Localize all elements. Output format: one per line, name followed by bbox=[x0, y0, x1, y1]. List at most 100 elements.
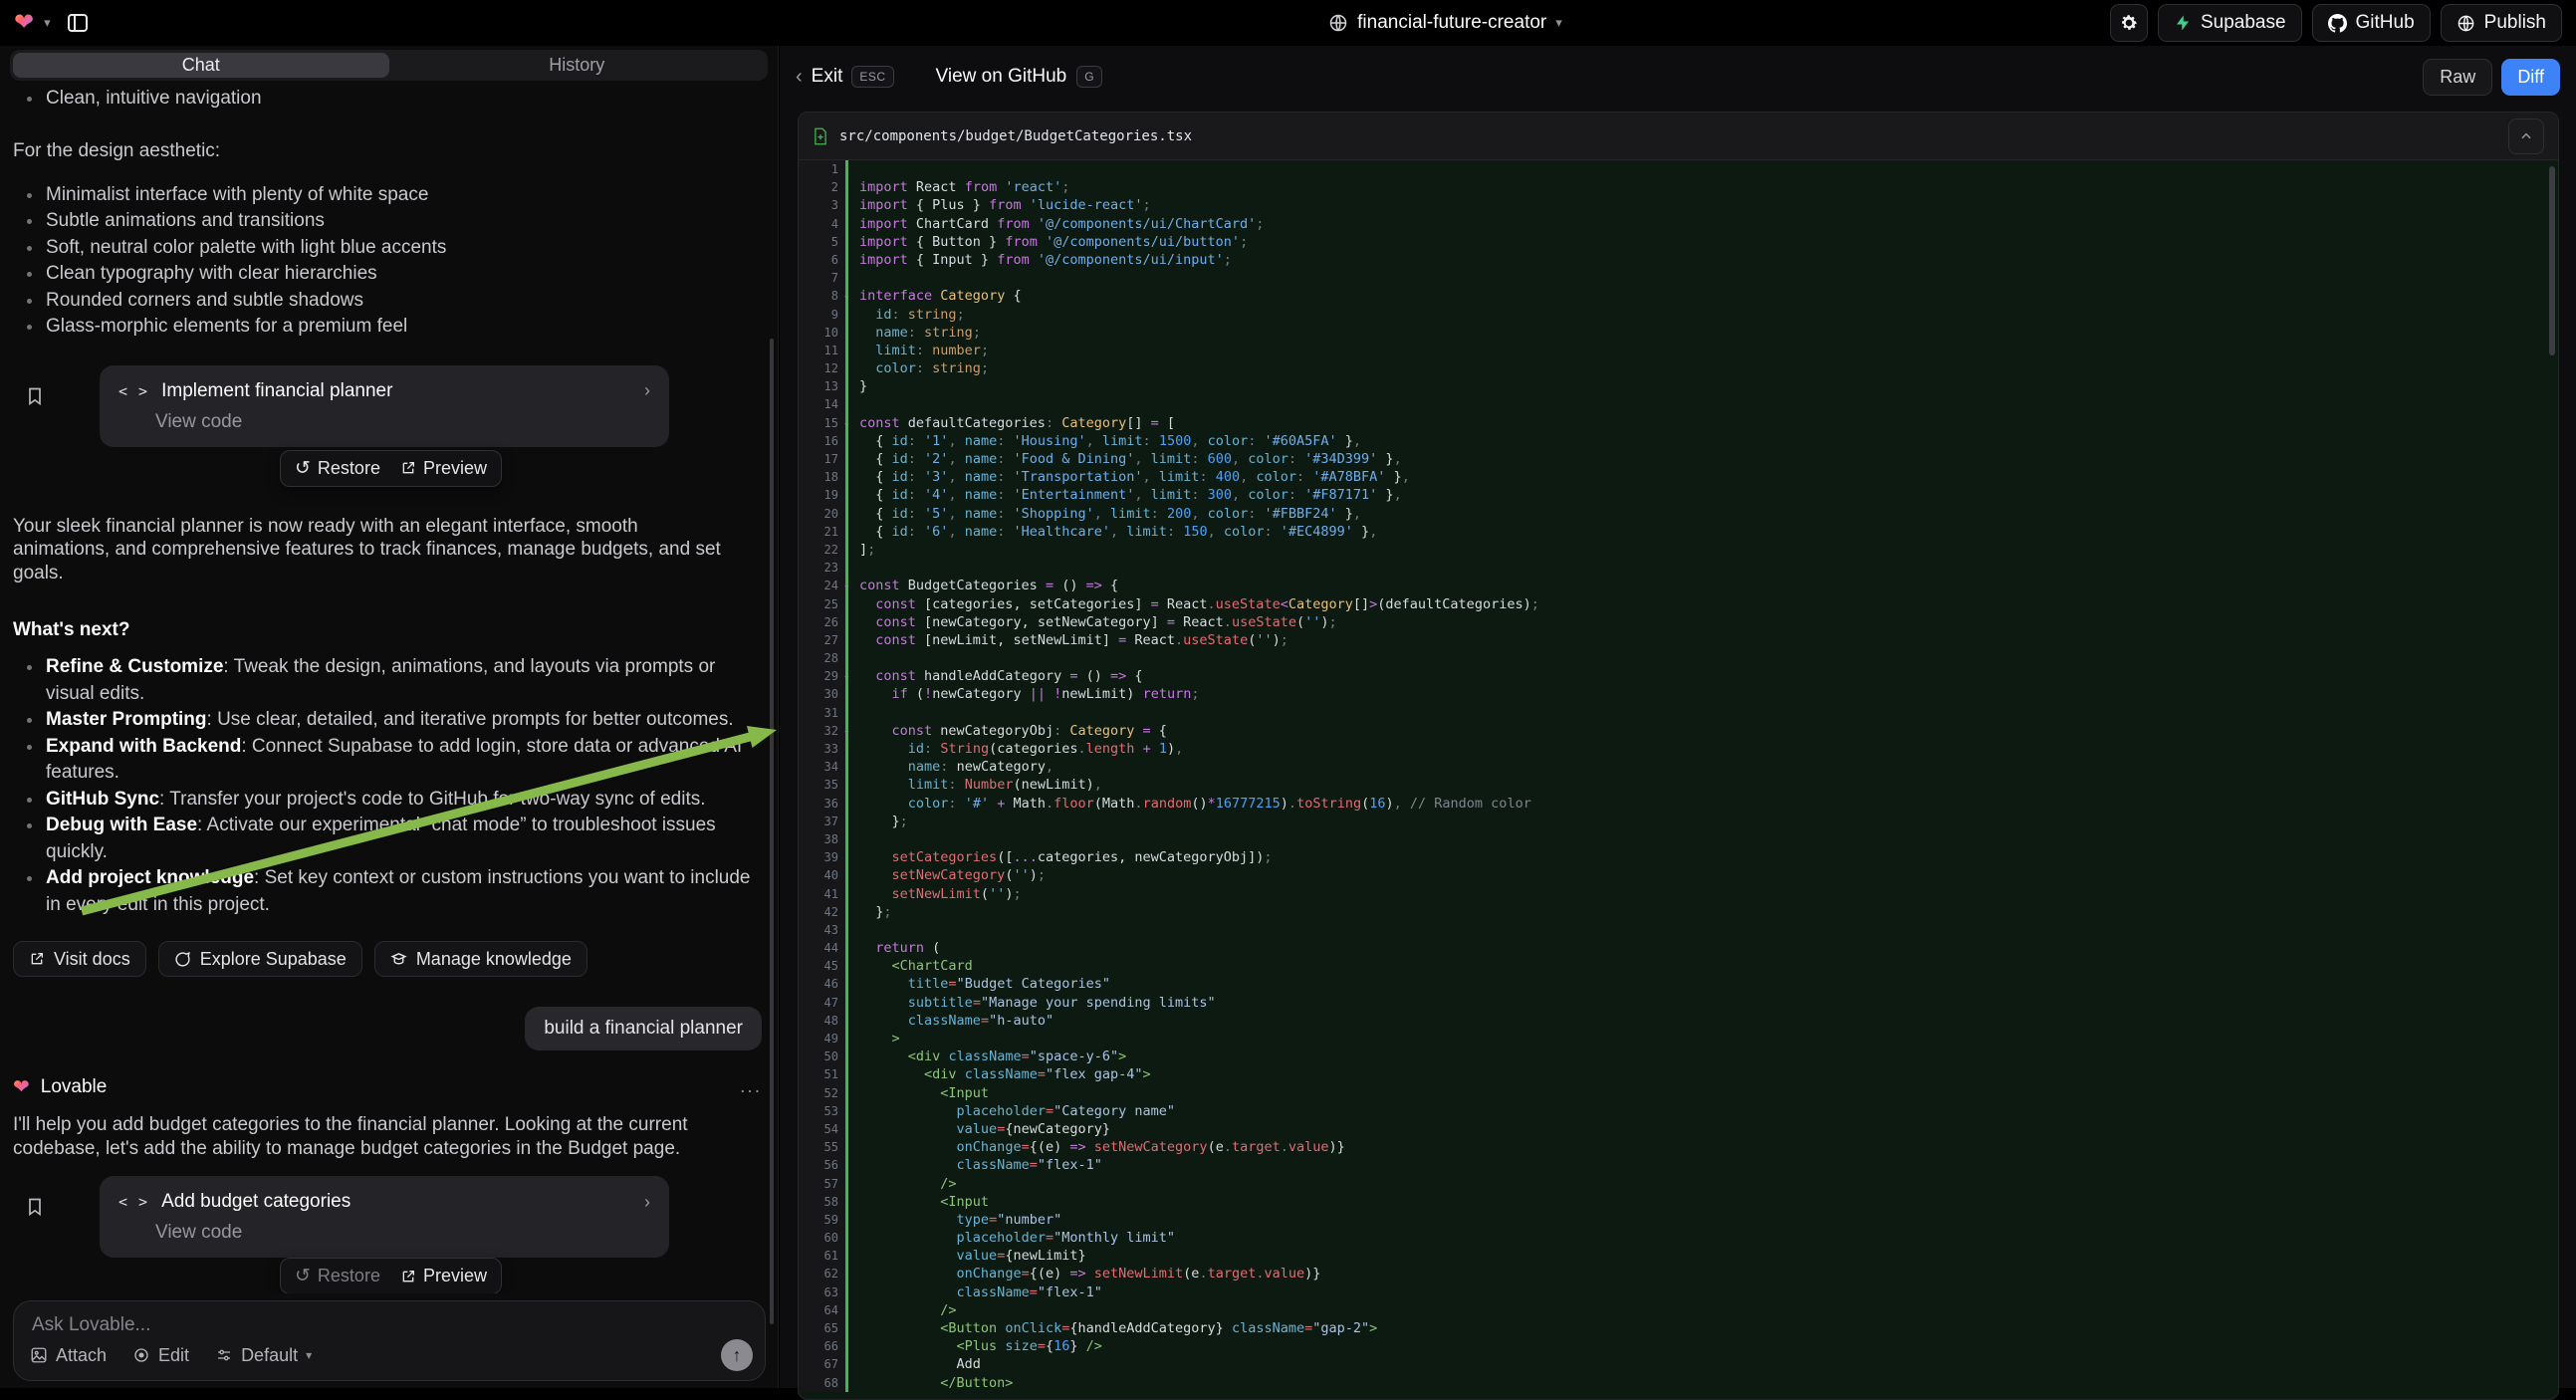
restore-label: Restore bbox=[318, 1266, 380, 1286]
composer[interactable]: Ask Lovable... Attach Edit Default ▾ ↑ bbox=[13, 1300, 766, 1381]
diff-file-card: src/components/budget/BudgetCategories.t… bbox=[798, 112, 2559, 1400]
collapse-file-button[interactable] bbox=[2508, 118, 2544, 154]
code-line: 54 value={newCategory} bbox=[799, 1120, 2558, 1138]
github-button[interactable]: GitHub bbox=[2312, 4, 2431, 42]
mode-label: Default bbox=[241, 1345, 298, 1366]
code-line: 41 setNewLimit(''); bbox=[799, 885, 2558, 903]
chevron-down-icon: ▾ bbox=[306, 1348, 312, 1362]
chat-bubble-icon bbox=[174, 951, 191, 968]
version-card-2-title: Add budget categories bbox=[161, 1191, 351, 1213]
code-line: 1 bbox=[799, 160, 2558, 178]
file-header[interactable]: src/components/budget/BudgetCategories.t… bbox=[799, 113, 2558, 160]
tab-chat[interactable]: Chat bbox=[13, 53, 389, 78]
explore-supabase-button[interactable]: Explore Supabase bbox=[158, 941, 362, 977]
chevron-right-icon[interactable]: › bbox=[644, 380, 650, 401]
bullet-item: Debug with Ease: Activate our experiment… bbox=[13, 813, 762, 865]
attach-button[interactable]: Attach bbox=[30, 1345, 107, 1366]
publish-button[interactable]: Publish bbox=[2441, 4, 2562, 42]
code-line: 20 { id: '5', name: 'Shopping', limit: 2… bbox=[799, 505, 2558, 523]
chat-scrollbar[interactable] bbox=[770, 339, 774, 1324]
fold-chevron-icon[interactable]: ⌄ bbox=[844, 667, 849, 685]
chat-scroll-area[interactable]: Clean, intuitive navigation For the desi… bbox=[0, 81, 778, 1293]
version-card-2[interactable]: < > Add budget categories › View code bbox=[100, 1176, 669, 1258]
restore-button[interactable]: ↺ Restore bbox=[295, 1265, 380, 1287]
code-line: 42 }; bbox=[799, 903, 2558, 921]
next-steps-list: Refine & Customize: Tweak the design, an… bbox=[13, 654, 762, 918]
file-path: src/components/budget/BudgetCategories.t… bbox=[839, 128, 1192, 144]
bullet-item: Soft, neutral color palette with light b… bbox=[13, 235, 762, 262]
tab-history[interactable]: History bbox=[389, 53, 766, 78]
target-icon bbox=[132, 1346, 150, 1364]
view-code-link[interactable]: View code bbox=[155, 1222, 650, 1244]
globe-icon bbox=[1328, 13, 1348, 33]
exit-button[interactable]: ‹ Exit esc bbox=[796, 66, 894, 89]
view-on-github-button[interactable]: View on GitHub G bbox=[936, 66, 1103, 88]
chevron-up-icon bbox=[2519, 129, 2533, 143]
version-card-2-wrap: < > Add budget categories › View code ↺ … bbox=[13, 1176, 762, 1293]
restore-button[interactable]: ↺ Restore bbox=[295, 457, 380, 480]
g-key-badge: G bbox=[1076, 66, 1102, 88]
whats-next-heading: What's next? bbox=[13, 619, 762, 641]
code-line: 34 name: newCategory, bbox=[799, 758, 2558, 776]
composer-placeholder[interactable]: Ask Lovable... bbox=[32, 1314, 150, 1336]
code-line: 27 const [newLimit, setNewLimit] = React… bbox=[799, 631, 2558, 649]
sidebar-toggle-button[interactable] bbox=[61, 6, 95, 40]
code-line: 64 /> bbox=[799, 1301, 2558, 1319]
logo-chevron-down-icon[interactable]: ▾ bbox=[44, 15, 51, 31]
preview-button[interactable]: Preview bbox=[400, 1266, 487, 1286]
bookmark-icon[interactable] bbox=[25, 385, 45, 407]
assistant-header: ❤ Lovable ... bbox=[13, 1076, 762, 1098]
publish-globe-icon bbox=[2457, 14, 2475, 33]
bullet-item: Glass-morphic elements for a premium fee… bbox=[13, 314, 762, 341]
attach-label: Attach bbox=[56, 1345, 107, 1366]
bookmark-icon[interactable] bbox=[25, 1196, 45, 1218]
code-line: 47 subtitle="Manage your spending limits… bbox=[799, 994, 2558, 1012]
code-line: 18 { id: '3', name: 'Transportation', li… bbox=[799, 468, 2558, 486]
manage-knowledge-label: Manage knowledge bbox=[416, 949, 572, 970]
visit-docs-button[interactable]: Visit docs bbox=[13, 941, 146, 977]
code-line: 52 <Input bbox=[799, 1084, 2558, 1102]
code-line: 22]; bbox=[799, 541, 2558, 559]
fold-chevron-icon[interactable]: ⌄ bbox=[844, 414, 849, 432]
chevron-right-icon[interactable]: › bbox=[644, 1192, 650, 1213]
send-button[interactable]: ↑ bbox=[721, 1339, 753, 1371]
view-code-link[interactable]: View code bbox=[155, 411, 650, 433]
message-menu-button[interactable]: ... bbox=[740, 1076, 762, 1098]
settings-button[interactable] bbox=[2110, 4, 2148, 42]
code-line: 57 /> bbox=[799, 1175, 2558, 1193]
code-line: 12 color: string; bbox=[799, 359, 2558, 377]
code-line: 21 { id: '6', name: 'Healthcare', limit:… bbox=[799, 523, 2558, 541]
version-card-1[interactable]: < > Implement financial planner › View c… bbox=[100, 365, 669, 447]
bullet-item: Rounded corners and subtle shadows bbox=[13, 288, 762, 315]
code-view[interactable]: 12import React from 'react';3import { Pl… bbox=[799, 160, 2558, 1399]
manage-knowledge-button[interactable]: Manage knowledge bbox=[374, 941, 587, 977]
mode-selector[interactable]: Default ▾ bbox=[215, 1345, 312, 1366]
diff-toggle-button[interactable]: Diff bbox=[2501, 59, 2560, 96]
code-line: 10 name: string; bbox=[799, 324, 2558, 342]
code-line: 6import { Input } from '@/components/ui/… bbox=[799, 251, 2558, 269]
chat-history-tabs: Chat History bbox=[10, 50, 768, 81]
code-line: 9 id: string; bbox=[799, 306, 2558, 324]
code-line: 59 type="number" bbox=[799, 1211, 2558, 1229]
project-switcher[interactable]: financial-future-creator ▾ bbox=[781, 12, 2110, 34]
knowledge-icon bbox=[390, 951, 407, 968]
code-line: 49 > bbox=[799, 1030, 2558, 1048]
edit-button[interactable]: Edit bbox=[132, 1345, 189, 1366]
fold-chevron-icon[interactable]: ⌄ bbox=[844, 722, 849, 740]
project-name: financial-future-creator bbox=[1357, 12, 1546, 34]
user-message: build a financial planner bbox=[525, 1007, 762, 1050]
assistant-name: Lovable bbox=[41, 1076, 108, 1098]
chevron-left-icon: ‹ bbox=[796, 66, 803, 89]
restore-label: Restore bbox=[318, 458, 380, 479]
edit-label: Edit bbox=[158, 1345, 189, 1366]
supabase-button[interactable]: Supabase bbox=[2158, 4, 2302, 42]
code-line: 26 const [newCategory, setNewCategory] =… bbox=[799, 613, 2558, 631]
raw-toggle-button[interactable]: Raw bbox=[2423, 59, 2492, 96]
code-scrollbar[interactable] bbox=[2549, 166, 2555, 355]
assistant-paragraph: I'll help you add budget categories to t… bbox=[13, 1113, 752, 1160]
fold-chevron-icon[interactable]: ⌄ bbox=[844, 287, 849, 305]
lovable-logo-icon[interactable]: ❤ bbox=[14, 11, 34, 35]
code-line: 24⌄const BudgetCategories = () => { bbox=[799, 577, 2558, 594]
fold-chevron-icon[interactable]: ⌄ bbox=[844, 577, 849, 594]
preview-button[interactable]: Preview bbox=[400, 458, 487, 479]
